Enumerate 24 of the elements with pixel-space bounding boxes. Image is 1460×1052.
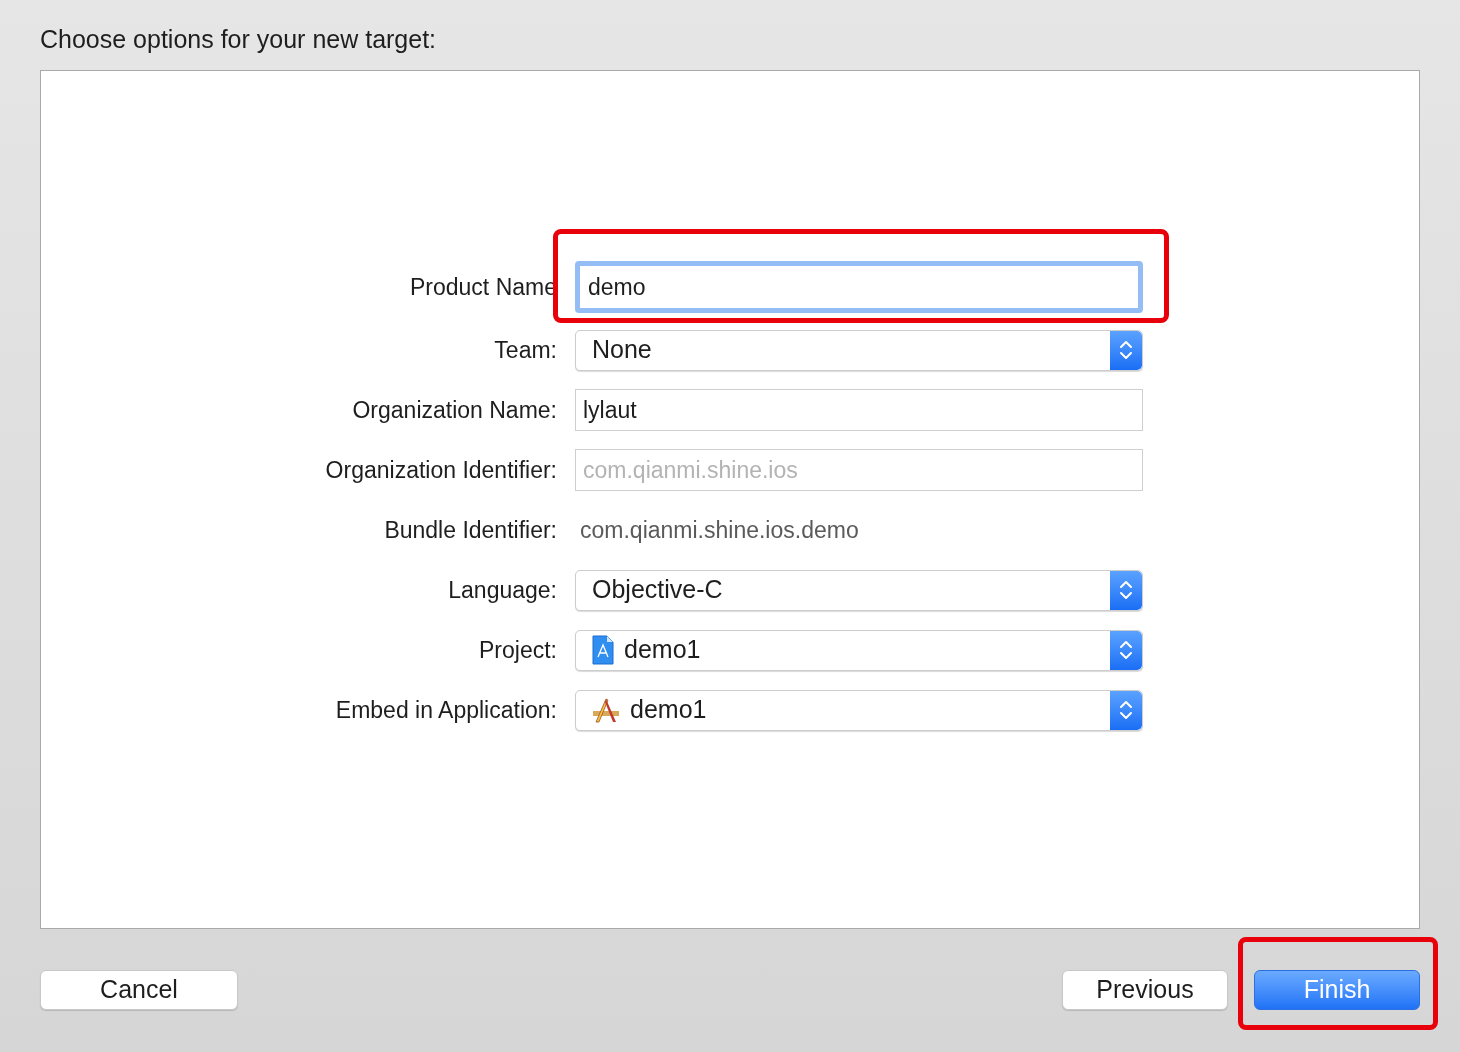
field-label: Project: <box>478 635 557 665</box>
secondary-button[interactable]: Previous <box>1062 970 1228 1010</box>
field-label: Bundle Identifier: <box>383 515 557 545</box>
stepper-arrows-icon <box>1110 630 1142 670</box>
popup-button[interactable]: demo1 <box>575 689 1143 731</box>
field-label: Organization Name: <box>351 395 557 425</box>
popup-button[interactable]: demo1 <box>575 629 1143 671</box>
field-label: Language: <box>447 575 557 605</box>
secondary-button[interactable]: Cancel <box>40 970 238 1010</box>
project-file-icon <box>592 635 614 665</box>
stepper-arrows-icon <box>1110 690 1142 730</box>
field-label: Team: <box>493 335 557 365</box>
field-label: Embed in Application: <box>334 695 557 725</box>
field-label: Organization Identifier: <box>324 455 557 485</box>
stepper-arrows-icon <box>1110 570 1142 610</box>
popup-button[interactable]: Objective-C <box>575 569 1143 611</box>
dialog-heading: Choose options for your new target: <box>40 24 438 55</box>
text-field[interactable]: com.qianmi.shine.ios <box>575 449 1143 491</box>
stepper-arrows-icon <box>1110 330 1142 370</box>
text-field[interactable]: demo <box>575 261 1143 313</box>
pencil-ruler-icon <box>592 697 620 723</box>
bundle-identifier-value: com.qianmi.shine.ios.demo <box>579 515 860 545</box>
popup-button[interactable]: None <box>575 329 1143 371</box>
text-field[interactable]: lylaut <box>575 389 1143 431</box>
